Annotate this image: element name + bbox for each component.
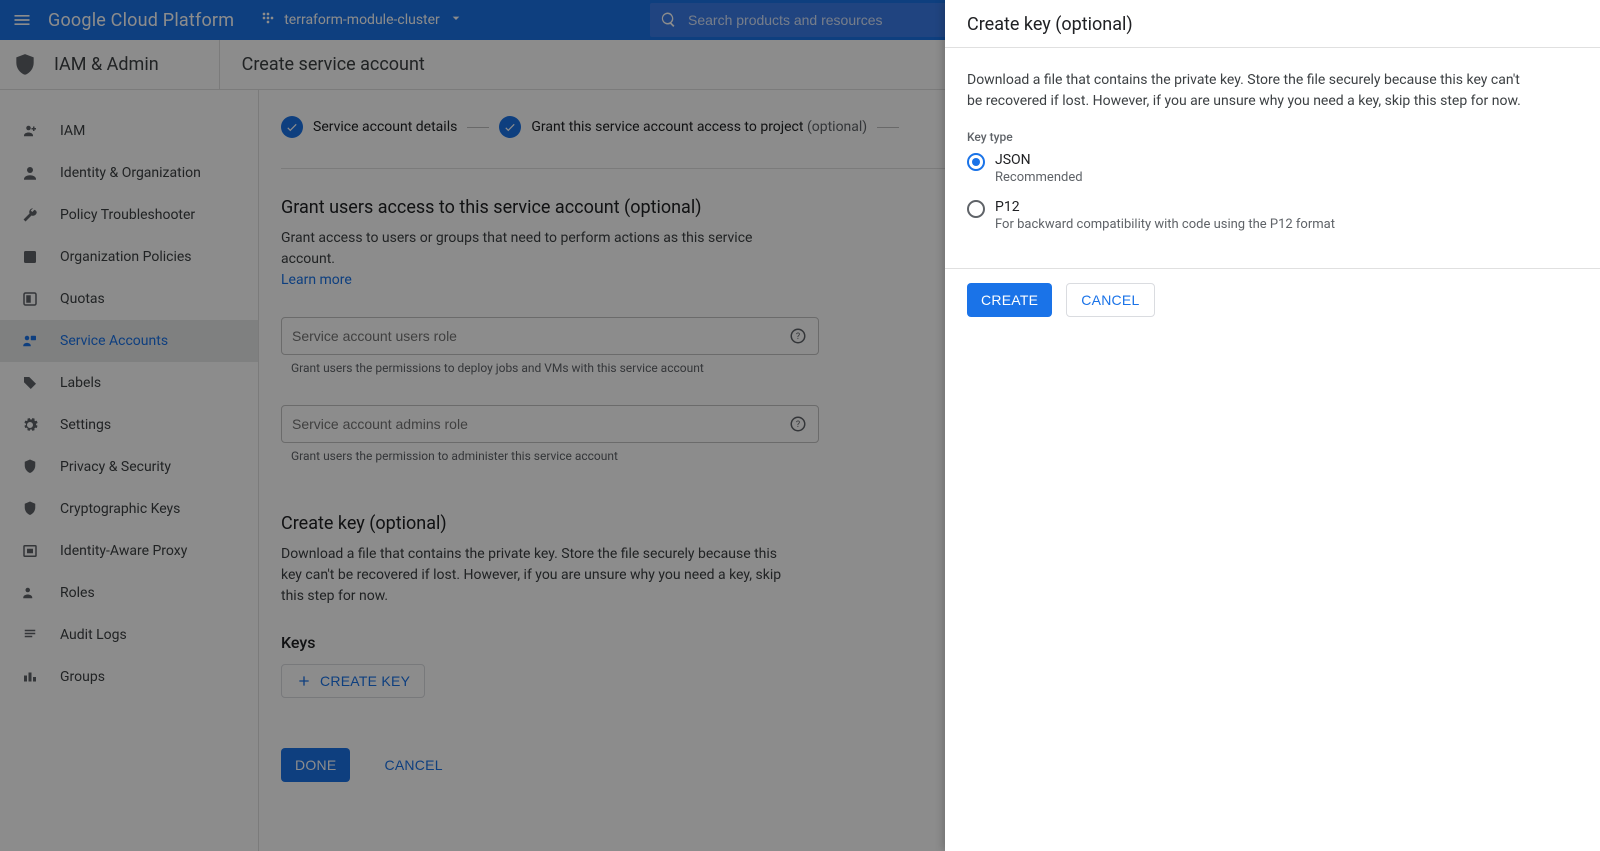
p12-option-desc: For backward compatibility with code usi… <box>995 217 1335 232</box>
radio-selected-icon <box>967 153 985 171</box>
json-option-title: JSON <box>995 152 1083 168</box>
create-key-panel: Create key (optional) Download a file th… <box>945 0 1600 851</box>
panel-cancel-button[interactable]: CANCEL <box>1066 283 1154 317</box>
panel-desc: Download a file that contains the privat… <box>967 70 1527 112</box>
keytype-p12-option[interactable]: P12 For backward compatibility with code… <box>967 199 1578 232</box>
keytype-json-option[interactable]: JSON Recommended <box>967 152 1578 185</box>
panel-create-button[interactable]: CREATE <box>967 283 1052 317</box>
key-type-label: Key type <box>967 130 1578 144</box>
radio-unselected-icon <box>967 200 985 218</box>
modal-scrim[interactable] <box>0 0 945 851</box>
p12-option-title: P12 <box>995 199 1335 215</box>
json-option-desc: Recommended <box>995 170 1083 185</box>
panel-title: Create key (optional) <box>967 14 1578 35</box>
